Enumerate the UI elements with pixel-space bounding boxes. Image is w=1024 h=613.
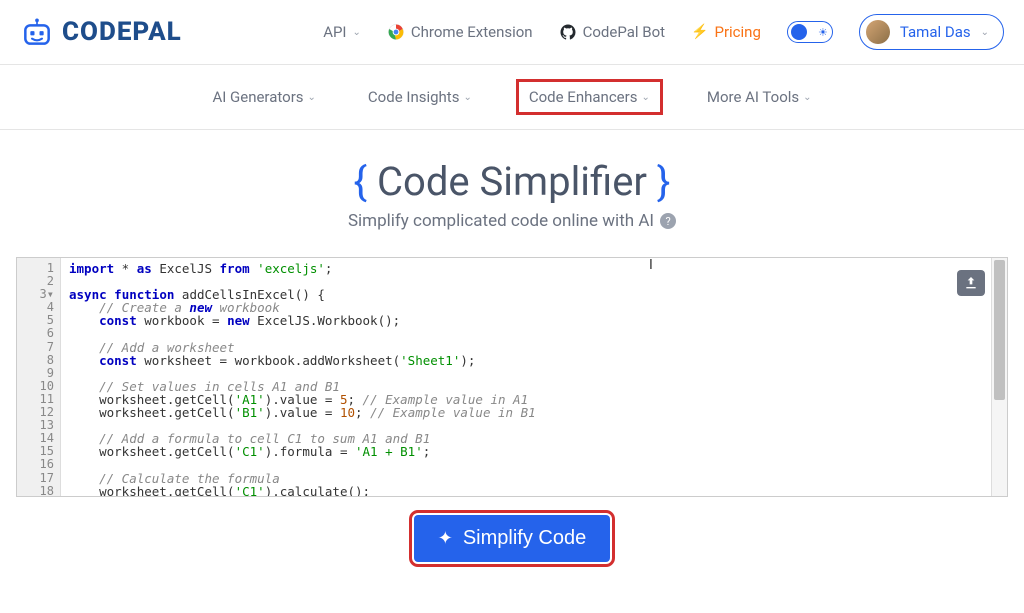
scroll-thumb[interactable] <box>994 260 1005 400</box>
chevron-down-icon: ⌄ <box>641 92 649 103</box>
subnav-insights-label: Code Insights <box>368 88 460 106</box>
logo-text: CODEPAL <box>62 17 182 47</box>
code-editor[interactable]: 1 2 3▾ 4 5 6 7 8 9 10 11 12 13 14 15 16 … <box>16 257 1008 497</box>
subtitle-text: Simplify complicated code online with AI <box>348 211 654 231</box>
chevron-down-icon: ⌄ <box>353 27 361 38</box>
nav-chrome-extension[interactable]: Chrome Extension <box>387 23 533 41</box>
chrome-icon <box>387 23 405 41</box>
simplify-code-button[interactable]: ✦ Simplify Code <box>414 515 610 562</box>
nav-chrome-label: Chrome Extension <box>411 23 533 41</box>
chevron-down-icon: ⌄ <box>981 27 989 38</box>
user-name: Tamal Das <box>900 23 971 41</box>
bolt-icon: ⚡ <box>691 24 708 40</box>
page-subtitle: Simplify complicated code online with AI… <box>348 211 676 231</box>
nav-codepal-bot[interactable]: CodePal Bot <box>559 23 665 41</box>
chevron-down-icon: ⌄ <box>308 92 316 103</box>
page-title-text: Code Simplifier <box>377 158 647 205</box>
toggle-knob <box>791 24 807 40</box>
brace-close: } <box>647 158 670 205</box>
subnav-more-label: More AI Tools <box>707 88 799 106</box>
top-header: CODEPAL API ⌄ Chrome Extension <box>0 0 1024 65</box>
simplify-label: Simplify Code <box>463 527 586 550</box>
subnav-enhancers-label: Code Enhancers <box>529 88 638 106</box>
subnav-code-enhancers[interactable]: Code Enhancers ⌄ <box>516 79 663 115</box>
avatar <box>866 20 890 44</box>
sub-nav: AI Generators ⌄ Code Insights ⌄ Code Enh… <box>0 65 1024 130</box>
text-cursor: I <box>649 257 653 273</box>
chevron-down-icon: ⌄ <box>803 92 811 103</box>
code-content[interactable]: import * as ExcelJS from 'exceljs'; asyn… <box>61 258 991 496</box>
logo[interactable]: CODEPAL <box>20 17 182 47</box>
nav-bot-label: CodePal Bot <box>583 23 665 41</box>
action-row: ✦ Simplify Code <box>0 515 1024 562</box>
subnav-ai-generators[interactable]: AI Generators ⌄ <box>204 84 323 110</box>
subnav-more-tools[interactable]: More AI Tools ⌄ <box>699 84 820 110</box>
user-menu[interactable]: Tamal Das ⌄ <box>859 14 1004 50</box>
editor-scrollbar[interactable] <box>991 258 1007 496</box>
sparkle-icon: ✦ <box>438 528 453 549</box>
title-section: { Code Simplifier } Simplify complicated… <box>0 130 1024 243</box>
chevron-down-icon: ⌄ <box>463 92 471 103</box>
header-nav: API ⌄ Chrome Extension CodePal <box>323 14 1004 50</box>
subnav-generators-label: AI Generators <box>212 88 303 106</box>
page-title: { Code Simplifier } <box>0 158 1024 205</box>
github-icon <box>559 23 577 41</box>
upload-button[interactable] <box>957 270 985 296</box>
nav-api-label: API <box>323 23 346 41</box>
help-icon[interactable]: ? <box>660 213 676 229</box>
nav-pricing-label: Pricing <box>714 23 760 41</box>
line-gutter: 1 2 3▾ 4 5 6 7 8 9 10 11 12 13 14 15 16 … <box>17 258 61 496</box>
sun-icon: ☀ <box>818 26 828 39</box>
theme-toggle[interactable]: ☀ <box>787 21 833 43</box>
robot-icon <box>20 17 54 47</box>
subnav-code-insights[interactable]: Code Insights ⌄ <box>360 84 480 110</box>
nav-pricing[interactable]: ⚡ Pricing <box>691 23 761 41</box>
nav-api[interactable]: API ⌄ <box>323 23 361 41</box>
brace-open: { <box>354 158 377 205</box>
